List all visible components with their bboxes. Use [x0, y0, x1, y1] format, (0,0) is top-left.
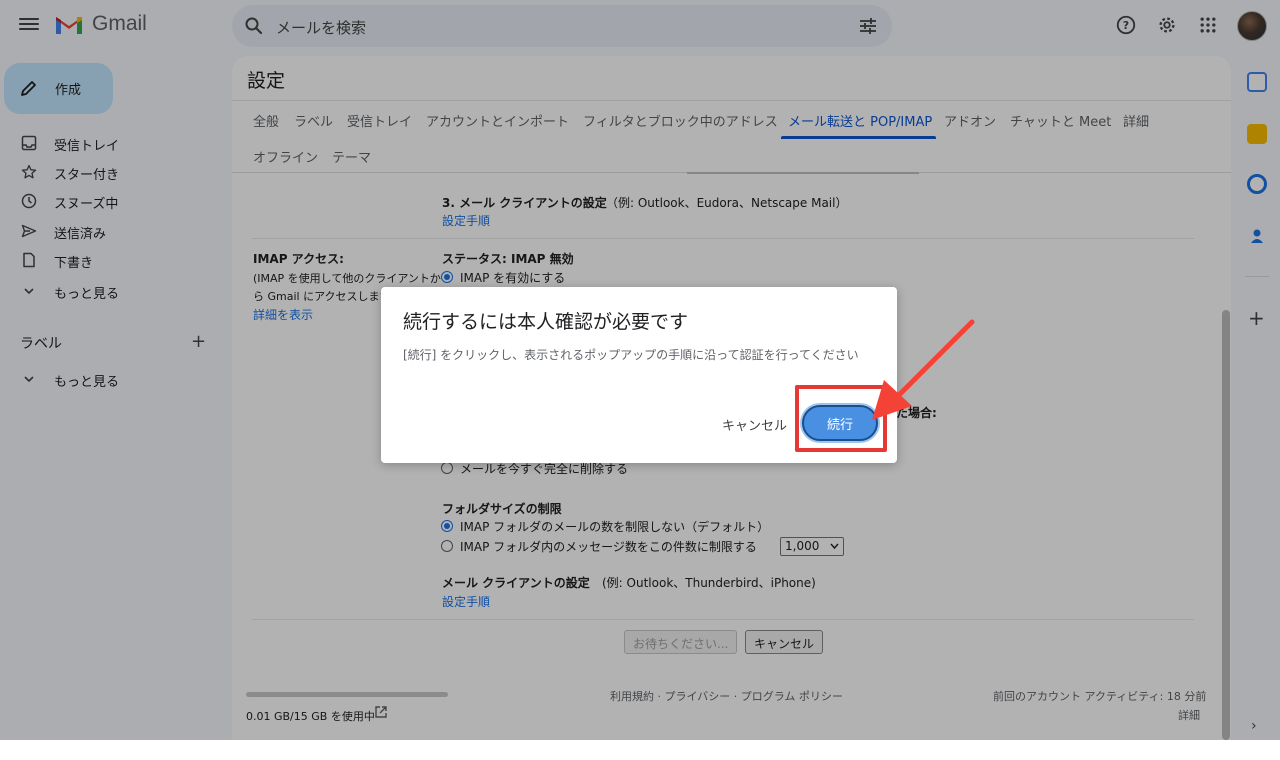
dialog-cancel-button[interactable]: キャンセル	[722, 415, 787, 434]
gmail-app: Gmail メールを検索 ? 作成 受信トレイ スター付き スヌーズ中 送信済み…	[0, 0, 1280, 740]
dialog-message: [続行] をクリックし、表示されるポップアップの手順に沿って認証を行ってください	[403, 348, 859, 362]
arrow-annotation	[872, 319, 975, 420]
page-bottom-margin	[0, 740, 1280, 760]
dialog-title: 続行するには本人確認が必要です	[403, 311, 689, 333]
